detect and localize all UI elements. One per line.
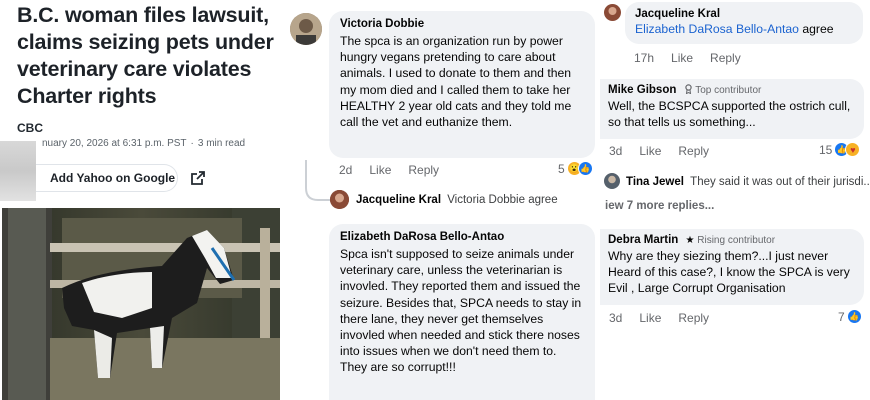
reaction-summary[interactable]: 15 👍 ♥ [819,142,861,157]
comment-author-row: Mike Gibson Top contributor [608,84,856,96]
comment-actions: 17h Like Reply [634,51,741,65]
comment-text: Why are they siezing them?...I just neve… [608,249,850,296]
comment-text: The spca is an organization run by power… [340,34,572,130]
article-source[interactable]: CBC [17,121,43,135]
reaction-count: 5 [558,161,565,176]
like-button[interactable]: Like [639,311,661,325]
comment-time[interactable]: 3d [609,144,622,158]
article-headline: B.C. woman files lawsuit, claims seizing… [17,3,274,108]
reaction-count: 7 [838,309,845,324]
comment-text: They said it was out of their jurisdi... [690,176,870,188]
comment-bubble: Mike Gibson Top contributor Well, the BC… [600,79,864,139]
comment-author[interactable]: Jacqueline Kral [356,194,441,206]
comment-actions: 3d Like Reply [609,311,709,325]
comment-time[interactable]: 17h [634,51,654,65]
star-badge-icon: ★ [685,235,695,246]
comment-bubble: Elizabeth DaRosa Bello-Antao Spca isn't … [329,224,595,400]
avatar[interactable] [330,190,349,209]
comment-text: Well, the BCSPCA supported the ostrich c… [608,99,851,130]
add-yahoo-on-google-button[interactable]: Add Yahoo on Google [36,164,178,192]
avatar[interactable] [604,173,620,189]
article-read-time: 3 min read [197,138,246,149]
like-button[interactable]: Like [369,163,391,177]
comment-author[interactable]: Debra Martin [608,234,678,246]
like-button[interactable]: Like [671,51,693,65]
like-button[interactable]: Like [639,144,661,158]
comments-middle-panel: Victoria Dobbie The spca is an organizat… [284,0,600,400]
comment-author[interactable]: Elizabeth DaRosa Bello-Antao [340,231,584,243]
overlapping-photo-fragment [0,141,36,201]
badge-icon [684,84,692,95]
view-more-replies-link[interactable]: iew 7 more replies... [605,200,714,212]
comment-text: Spca isn't supposed to seize animals und… [340,247,582,375]
comment-bubble: Victoria Dobbie The spca is an organizat… [329,11,595,158]
like-reaction-icon: 👍 [577,161,593,176]
comment-text: Victoria Dobbie agree [447,194,558,206]
comments-right-panel: Jacqueline Kral Elizabeth DaRosa Bello-A… [600,0,870,400]
contributor-badge: ★ Rising contributor [685,235,776,246]
add-yahoo-label: Add Yahoo on Google [50,171,176,185]
avatar[interactable] [604,4,621,21]
comment-author[interactable]: Tina Jewel [626,176,684,188]
reaction-summary[interactable]: 5 😮 👍 [558,161,593,176]
reply-button[interactable]: Reply [710,51,741,65]
comment-time[interactable]: 3d [609,311,622,325]
article-dateline: nuary 20, 2026 at 6:31 p.m. PST · 3 min re… [42,138,246,149]
reply-button[interactable]: Reply [678,144,709,158]
comment-bubble: Jacqueline Kral Elizabeth DaRosa Bello-A… [625,2,863,44]
comment-bubble: Debra Martin ★ Rising contributor Why ar… [600,229,864,305]
mention-link[interactable]: Elizabeth DaRosa Bello-Antao [635,22,799,36]
avatar[interactable] [290,13,322,45]
comment-inline: Tina Jewel They said it was out of their… [626,176,870,188]
comment-time[interactable]: 2d [339,163,352,177]
comment-text: Elizabeth DaRosa Bello-Antao agree [635,22,834,36]
care-reaction-icon: ♥ [845,142,861,157]
share-icon [191,171,205,185]
article-panel: B.C. woman files lawsuit, claims seizing… [0,0,284,400]
comment-actions: 2d Like Reply [339,163,439,177]
article-date: nuary 20, 2026 at 6:31 p.m. PST [42,138,187,149]
reply-button[interactable]: Reply [678,311,709,325]
reaction-summary[interactable]: 7 👍 [838,309,862,324]
comment-actions: 3d Like Reply [609,144,709,158]
comment-author[interactable]: Jacqueline Kral [635,8,853,20]
article-photo-miniature-horse [2,208,280,400]
contributor-badge: Top contributor [684,84,761,96]
reaction-count: 15 [819,142,833,157]
comment-author[interactable]: Mike Gibson [608,84,676,96]
reply-button[interactable]: Reply [408,163,439,177]
comment-inline: Jacqueline Kral Victoria Dobbie agree [356,194,558,206]
like-reaction-icon: 👍 [846,309,862,324]
share-button[interactable] [185,166,211,190]
comment-author-row: Debra Martin ★ Rising contributor [608,234,856,246]
comment-author[interactable]: Victoria Dobbie [340,18,584,30]
